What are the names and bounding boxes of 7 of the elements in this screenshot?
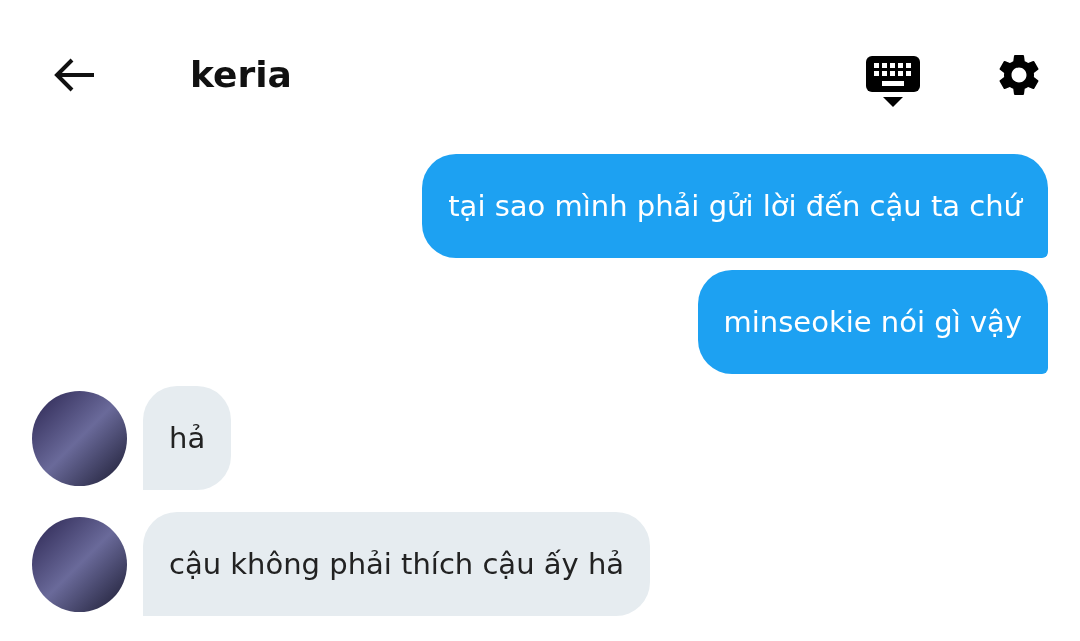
message-bubble: hả	[143, 386, 232, 490]
keyboard-icon[interactable]	[866, 56, 920, 108]
message-bubble: minseokie nói gì vậy	[697, 270, 1048, 374]
message-bubble: cậu không phải thích cậu ấy hả	[143, 512, 651, 616]
message-bubble: tại sao mình phải gửi lời đến cậu ta chứ	[422, 154, 1048, 258]
back-arrow-icon[interactable]	[52, 57, 96, 93]
chat-title: keria	[190, 53, 293, 97]
